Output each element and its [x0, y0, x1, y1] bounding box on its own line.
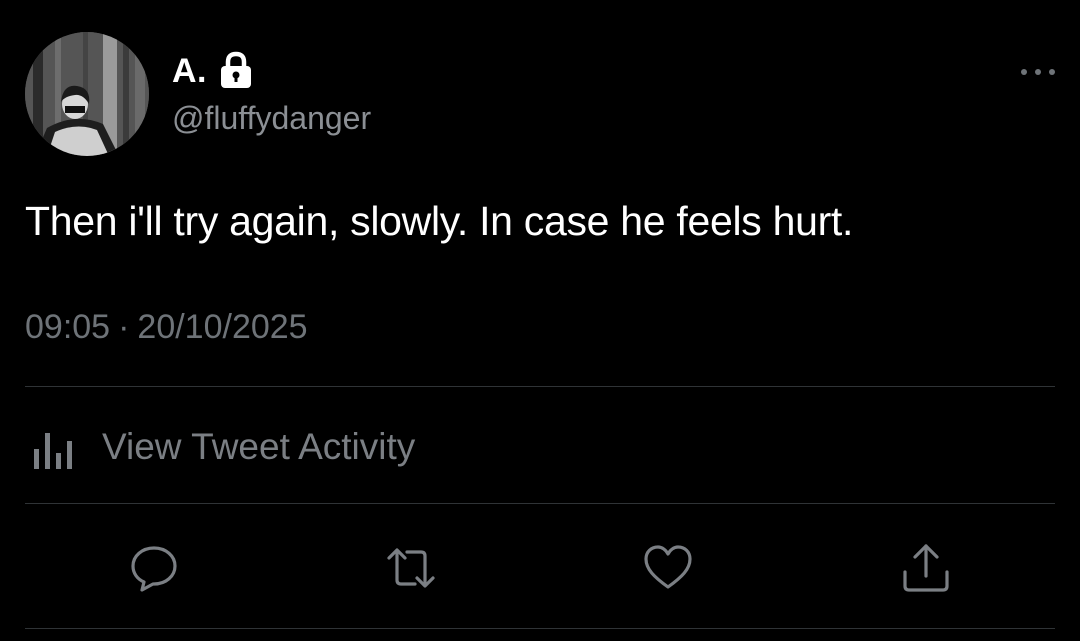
display-name[interactable]: A. [172, 52, 207, 91]
share-button[interactable] [898, 540, 954, 596]
view-tweet-activity-label: View Tweet Activity [102, 426, 416, 467]
timestamp-separator: · [118, 308, 130, 346]
reply-icon [131, 546, 177, 592]
tweet-detail: A. @fluffydanger Then i'll try again, sl… [0, 0, 1080, 641]
share-icon [903, 544, 949, 592]
reply-button[interactable] [126, 540, 182, 596]
lock-icon [219, 51, 253, 89]
like-button[interactable] [640, 540, 696, 596]
analytics-icon [30, 423, 78, 471]
view-tweet-activity-button[interactable]: View Tweet Activity [30, 420, 415, 474]
tweet-actions-bar [0, 540, 1080, 596]
profile-photo [25, 32, 149, 156]
retweet-button[interactable] [383, 540, 439, 596]
avatar[interactable] [25, 32, 149, 156]
author-name-row: A. [172, 50, 253, 92]
divider [25, 386, 1055, 387]
tweet-timestamp[interactable]: 09:05 · 20/10/2025 [25, 308, 308, 347]
divider [25, 628, 1055, 629]
more-options-icon[interactable] [1018, 60, 1058, 84]
tweet-text: Then i'll try again, slowly. In case he … [25, 198, 854, 244]
divider [25, 503, 1055, 504]
tweet-time: 09:05 [25, 308, 111, 346]
retweet-icon [387, 548, 435, 588]
author-handle[interactable]: @fluffydanger [172, 100, 371, 137]
tweet-date: 20/10/2025 [137, 308, 308, 346]
like-icon [644, 545, 692, 589]
